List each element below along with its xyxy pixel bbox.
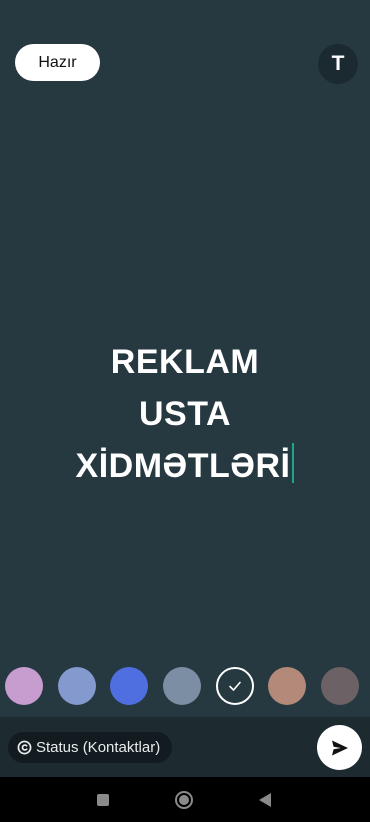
bottom-bar: Status (Kontaktlar) bbox=[0, 717, 370, 777]
recents-square-icon bbox=[97, 794, 109, 806]
status-privacy-label: Status (Kontaktlar) bbox=[36, 739, 161, 756]
color-swatch-selected[interactable] bbox=[216, 667, 254, 705]
status-text-editor[interactable]: REKLAM USTA XİDMƏTLƏRİ bbox=[0, 336, 370, 492]
background-color-palette bbox=[0, 667, 370, 707]
home-button[interactable] bbox=[174, 790, 194, 810]
status-text-line-2: USTA bbox=[138, 395, 232, 433]
done-button[interactable]: Hazır bbox=[15, 44, 100, 81]
color-swatch-slate[interactable] bbox=[163, 667, 201, 705]
home-circle-icon bbox=[175, 791, 193, 809]
check-icon bbox=[229, 681, 241, 691]
color-swatch-taupe[interactable] bbox=[321, 667, 359, 705]
color-swatch-lilac[interactable] bbox=[5, 667, 43, 705]
status-canvas[interactable]: Hazır T REKLAM USTA XİDMƏTLƏRİ bbox=[0, 0, 370, 717]
send-button[interactable] bbox=[317, 725, 362, 770]
status-privacy-button[interactable]: Status (Kontaktlar) bbox=[8, 732, 173, 763]
text-tool-button[interactable]: T bbox=[318, 44, 358, 84]
recents-button[interactable] bbox=[93, 790, 113, 810]
text-tool-icon: T bbox=[331, 52, 345, 75]
color-swatch-blue[interactable] bbox=[110, 667, 148, 705]
status-text-line-3: XİDMƏTLƏRİ bbox=[75, 447, 291, 485]
back-button[interactable] bbox=[255, 790, 275, 810]
system-navigation-bar bbox=[0, 777, 370, 822]
send-icon bbox=[331, 740, 348, 755]
status-text-line-1: REKLAM bbox=[110, 343, 260, 381]
text-caret bbox=[292, 443, 295, 483]
color-swatch-periwinkle[interactable] bbox=[58, 667, 96, 705]
back-triangle-icon bbox=[259, 793, 271, 807]
copyright-icon bbox=[17, 740, 32, 755]
color-swatch-tan[interactable] bbox=[268, 667, 306, 705]
